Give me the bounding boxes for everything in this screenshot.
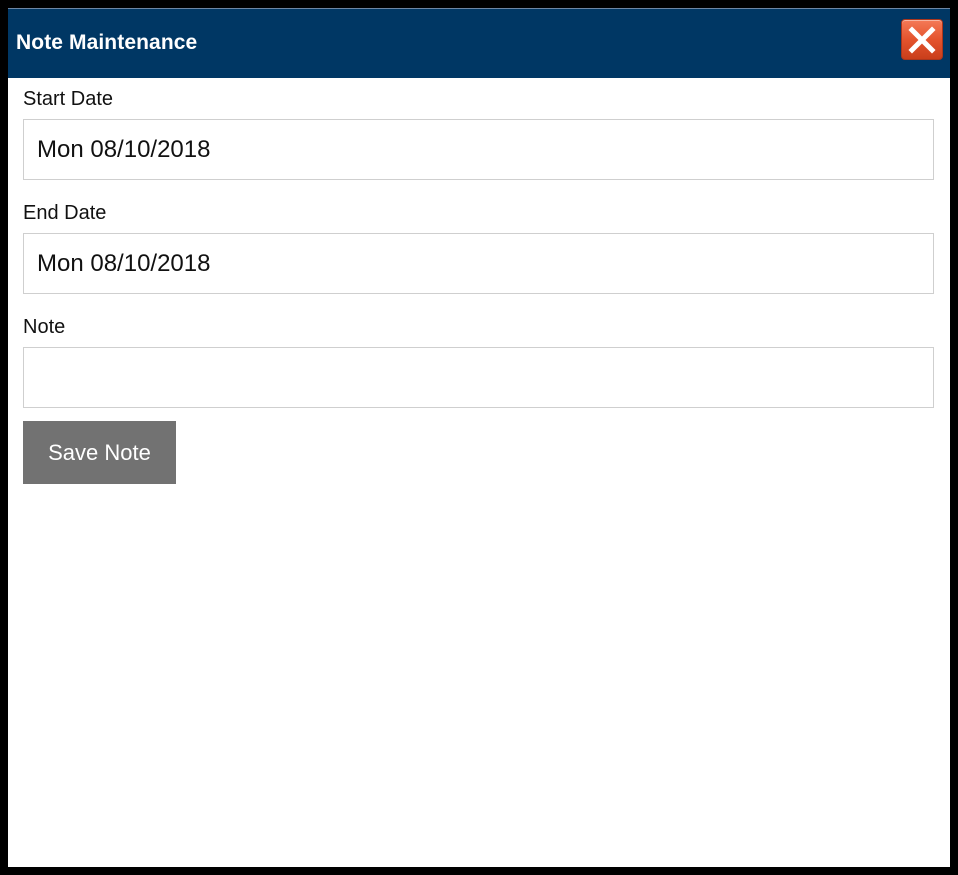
note-input[interactable]	[23, 347, 934, 408]
save-note-button[interactable]: Save Note	[23, 421, 176, 484]
note-maintenance-dialog: Note Maintenance Start Date End Date Not…	[8, 8, 950, 867]
end-date-label: End Date	[23, 202, 107, 224]
end-date-input[interactable]	[23, 233, 934, 294]
start-date-input[interactable]	[23, 119, 934, 180]
dialog-title-bar: Note Maintenance	[8, 8, 950, 78]
note-label: Note	[23, 316, 66, 338]
start-date-label: Start Date	[23, 88, 114, 110]
dialog-title: Note Maintenance	[16, 31, 198, 54]
close-button[interactable]	[901, 19, 943, 60]
close-icon	[908, 26, 936, 54]
